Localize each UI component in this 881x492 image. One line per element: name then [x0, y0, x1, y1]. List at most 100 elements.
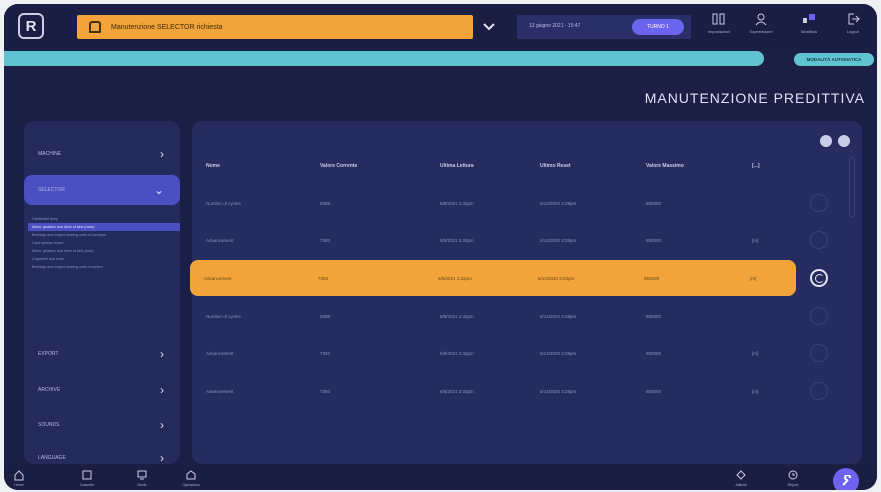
table-cell: 5/14/2020 3:28pm [540, 389, 577, 394]
table-cell: [m] [752, 238, 759, 243]
shift-badge[interactable]: TURNO 1 [632, 19, 684, 35]
table-row-selected[interactable]: Advancement 7393 6/8/2021 2:32pm 5/14/2020 … [190, 260, 796, 296]
table-cell: [m] [752, 351, 759, 356]
app-logo: R [18, 13, 44, 39]
chevron-right-icon: › [160, 451, 164, 464]
sidebar-item-machine[interactable]: MACHINE › [24, 139, 180, 169]
table-cell: Advancement [206, 351, 234, 356]
sidebar-item-label: SELECTOR [38, 187, 65, 193]
sub-item-active[interactable]: Motor, gearbox and drive of bins (rows) [28, 223, 180, 231]
table-cell: Number of cycles [206, 314, 241, 319]
reset-icon[interactable] [810, 344, 828, 362]
table-cell: 5/14/2020 3:28pm [540, 238, 577, 243]
bottom-bar: Home Cassette Mode Operations Allarmi Re… [4, 466, 877, 490]
zoom-out-button[interactable] [820, 135, 832, 147]
date-time: 13 giugno 2021 - 15:47 [529, 23, 581, 29]
table-cell: 850000 [644, 276, 660, 281]
col-header-nome: Nome [206, 163, 220, 169]
table-cell: 7393 [320, 351, 331, 356]
scrollbar[interactable] [849, 157, 855, 217]
table-row[interactable]: Advancement 7393 6/8/2021 2:32pm 5/14/2020 … [192, 222, 790, 258]
sub-item[interactable]: Motor, gearbox and drive of belt (rows) [28, 247, 180, 255]
supervisione-button[interactable]: Supervisione [746, 12, 776, 42]
table-row[interactable]: Number of cycles 2088 6/8/2021 2:32pm 5/14/… [192, 185, 790, 221]
sidebar-item-label: LANGUAGE [38, 455, 66, 461]
sidebar-item-export[interactable]: EXPORT › [24, 339, 180, 369]
chevron-down-icon [483, 23, 495, 31]
impostazioni-icon [712, 13, 725, 25]
table-cell: 6/8/2021 2:32pm [440, 351, 474, 356]
mode-nav-button[interactable]: Mode [127, 469, 157, 487]
sidebar-item-label: EXPORT [38, 351, 59, 357]
home-button[interactable]: Home [4, 469, 34, 487]
alarms-icon [736, 470, 746, 480]
supervisione-label: Supervisione [749, 29, 773, 34]
alarm-dropdown-button[interactable] [474, 15, 504, 39]
table-cell: 6/8/2021 2:32pm [440, 238, 474, 243]
table-cell: 2088 [320, 314, 331, 319]
chevron-right-icon: › [160, 347, 164, 361]
table-cell: 7393 [318, 276, 329, 281]
maintenance-panel: Nome Valore Corrente Ultima Lettura Ulti… [190, 121, 862, 464]
table-row[interactable]: Number of cycles 2088 6/8/2021 2:32pm 5/14/… [192, 298, 790, 334]
alarm-banner[interactable]: Manutenzione SELECTOR richiesta [77, 15, 473, 39]
zoom-in-button[interactable] [838, 135, 850, 147]
table-cell: 6/8/2021 2:32pm [438, 276, 472, 281]
wrench-icon [841, 474, 851, 486]
reset-icon[interactable] [810, 194, 828, 212]
operations-label: Operations [182, 483, 200, 487]
cassette-icon [82, 470, 92, 480]
reset-icon[interactable] [810, 307, 828, 325]
alarms-label: Allarmi [735, 483, 747, 487]
mode-button[interactable]: MODALITÀ AUTOMATICA [794, 53, 874, 66]
sub-item[interactable]: Cogwheel and ends [28, 255, 180, 263]
table-cell: 5/14/2020 3:28pm [538, 276, 575, 281]
table-cell: Advancement [206, 389, 234, 394]
table-cell: 6/8/2021 2:32pm [440, 314, 474, 319]
sidebar-item-selector[interactable]: SELECTOR ⌄ [24, 175, 180, 205]
table-cell: Advancement [206, 238, 234, 243]
status-strip [4, 51, 764, 66]
history-button[interactable]: Report [778, 469, 808, 487]
workflow-button[interactable]: Workflow [794, 12, 824, 42]
cassette-button[interactable]: Cassette [72, 469, 102, 487]
workflow-label: Workflow [800, 29, 818, 34]
sidebar-item-sounds[interactable]: SOUNDS › [24, 410, 180, 440]
operations-icon [186, 470, 196, 480]
history-label: Report [787, 483, 799, 487]
chevron-right-icon: › [160, 418, 164, 432]
table-cell: [m] [752, 389, 759, 394]
table-row[interactable]: Advancement 7393 6/8/2021 2:32pm 5/14/2020 … [192, 373, 790, 409]
sub-item[interactable]: Cardboard lamp [28, 215, 180, 223]
chevron-down-icon: ⌄ [153, 183, 164, 197]
table-cell: 5/14/2020 3:28pm [540, 201, 577, 206]
table-cell: 7393 [320, 389, 331, 394]
operations-button[interactable]: Operations [176, 469, 206, 487]
selector-sub-list: Cardboard lamp Motor, gearbox and drive … [28, 215, 180, 271]
workflow-icon [803, 14, 815, 23]
col-header-ultima-lettura: Ultima Lettura [440, 163, 474, 169]
alarms-button[interactable]: Allarmi [726, 469, 756, 487]
sub-item[interactable]: Card ejection board [28, 239, 180, 247]
history-icon [788, 470, 798, 480]
table-cell: Advancement [204, 276, 232, 281]
table-cell: 5/14/2020 3:28pm [540, 351, 577, 356]
logout-label: Logout [846, 29, 860, 34]
date-shift-box: 13 giugno 2021 - 15:47 TURNO 1 [517, 15, 691, 39]
impostazioni-button[interactable]: Impostazioni [704, 12, 734, 42]
bell-icon [89, 21, 101, 33]
maintenance-fab[interactable] [833, 468, 859, 490]
sub-item[interactable]: Bearings and hinged bearing units of con… [28, 231, 180, 239]
sub-item[interactable]: Bearings and hinged bearing units of sor… [28, 263, 180, 271]
home-label: Home [14, 483, 24, 487]
table-cell: [m] [750, 276, 757, 281]
reset-icon[interactable] [810, 231, 828, 249]
logout-button[interactable]: Logout [838, 12, 868, 42]
sidebar-item-language[interactable]: LANGUAGE › [24, 443, 180, 464]
supervisione-icon [755, 13, 767, 26]
reset-icon[interactable] [810, 382, 828, 400]
table-cell: 2088 [320, 201, 331, 206]
reset-icon[interactable] [810, 269, 828, 287]
sidebar-item-archive[interactable]: ARCHIVE › [24, 375, 180, 405]
table-row[interactable]: Advancement 7393 6/8/2021 2:32pm 5/14/2020 … [192, 335, 790, 371]
